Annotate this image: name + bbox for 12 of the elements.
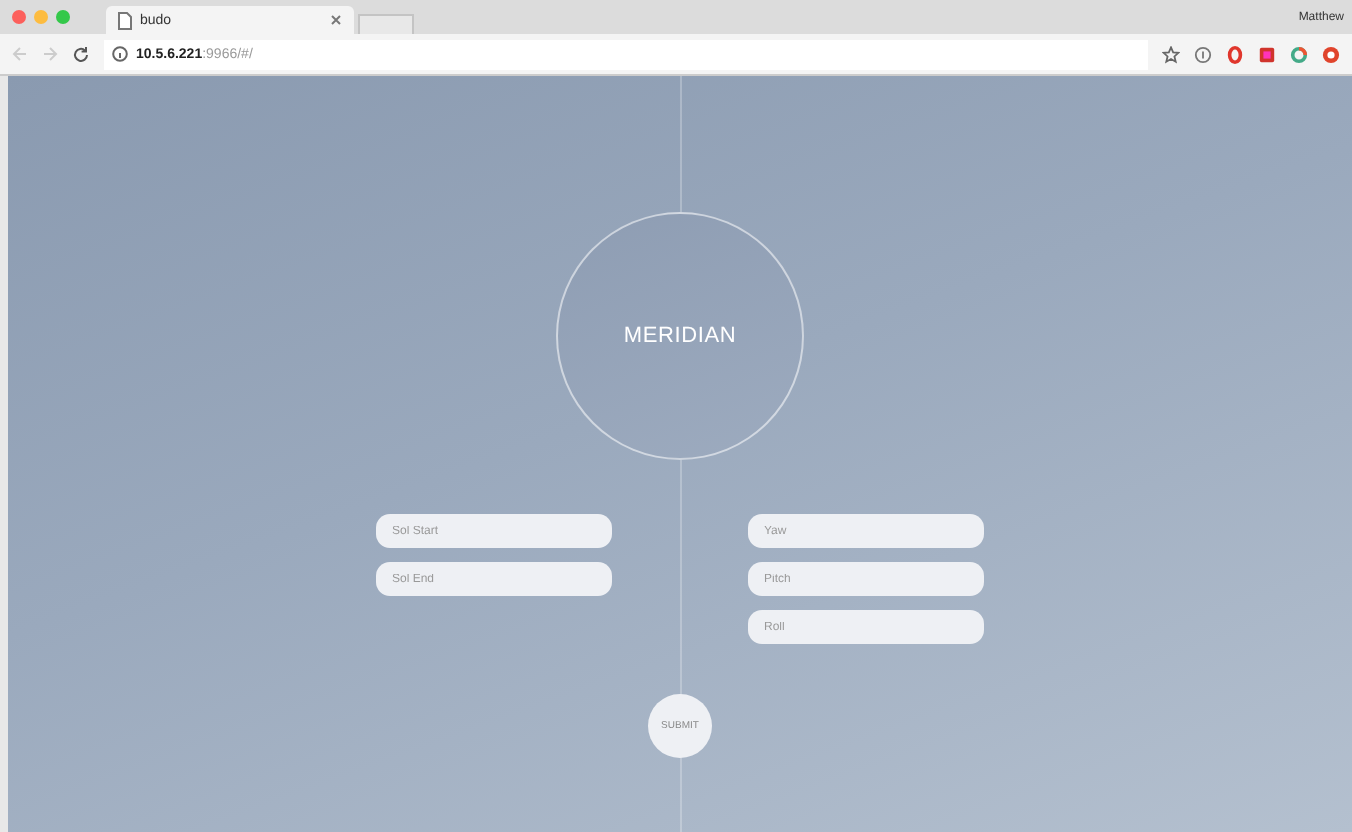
star-icon[interactable] bbox=[1162, 45, 1180, 63]
info-icon bbox=[112, 46, 128, 62]
ring-icon[interactable] bbox=[1226, 45, 1244, 63]
square-icon[interactable] bbox=[1258, 45, 1276, 63]
page-icon bbox=[118, 11, 132, 29]
circle-icon[interactable] bbox=[1290, 45, 1308, 63]
info-icon[interactable] bbox=[1194, 45, 1212, 63]
close-tab-icon[interactable] bbox=[330, 14, 342, 26]
stop-icon[interactable] bbox=[1322, 45, 1340, 63]
reload-icon[interactable] bbox=[72, 45, 90, 63]
close-window-icon[interactable] bbox=[12, 10, 26, 24]
app-title: MERIDIAN bbox=[623, 324, 737, 348]
